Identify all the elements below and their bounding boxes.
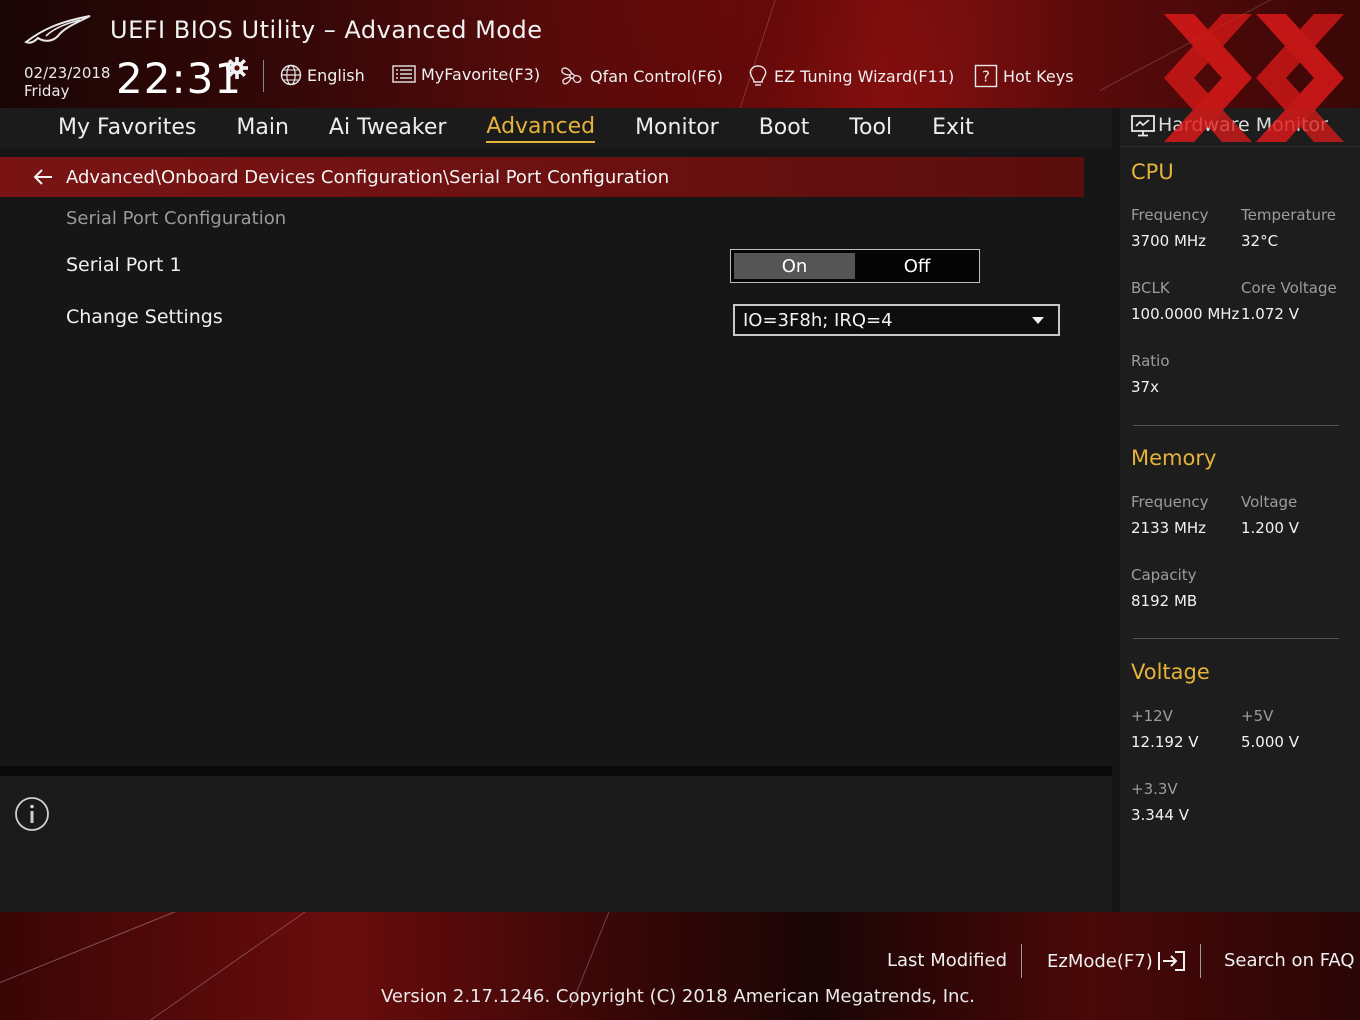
capacity-value: 8192 MB	[1131, 592, 1198, 610]
last-modified-button[interactable]: Last Modified	[887, 950, 1007, 971]
clock-display: 22:31	[116, 54, 243, 103]
toggle-on-option[interactable]: On	[734, 253, 855, 279]
qfan-control-button[interactable]: Qfan Control(F6)	[559, 64, 723, 88]
myfavorite-button[interactable]: MyFavorite(F3)	[392, 64, 540, 84]
rog-logo-icon	[24, 15, 91, 44]
hw-header-divider	[1120, 146, 1360, 147]
hw-divider	[1133, 638, 1339, 639]
info-panel	[0, 776, 1112, 912]
hot-keys-button[interactable]: ? Hot Keys	[974, 64, 1074, 88]
toggle-off-option[interactable]: Off	[855, 250, 979, 282]
v5-value: 5.000 V	[1241, 733, 1299, 751]
chevron-down-icon	[1032, 317, 1044, 324]
hot-keys-label: Hot Keys	[1003, 66, 1074, 86]
v33-value: 3.344 V	[1131, 806, 1189, 824]
main-content	[0, 148, 1112, 766]
cpu-frequency-value: 3700 MHz	[1131, 232, 1207, 250]
globe-icon	[280, 64, 302, 86]
hw-divider	[1133, 425, 1339, 426]
memory-frequency-label: Frequency	[1131, 493, 1209, 511]
monitor-icon	[1131, 115, 1155, 137]
main-nav: My Favorites Main Ai Tweaker Advanced Mo…	[0, 108, 1112, 148]
app-title: UEFI BIOS Utility – Advanced Mode	[110, 16, 543, 44]
memory-frequency-value: 2133 MHz	[1131, 519, 1207, 537]
tab-main[interactable]: Main	[236, 115, 289, 142]
serial-port-toggle[interactable]: On Off	[730, 249, 980, 283]
change-settings-label: Change Settings	[66, 306, 223, 328]
tab-exit[interactable]: Exit	[932, 115, 974, 142]
cpu-heading: CPU	[1131, 160, 1174, 184]
version-string: Version 2.17.1246. Copyright (C) 2018 Am…	[380, 986, 976, 1007]
breadcrumb-path: Advanced\Onboard Devices Configuration\S…	[66, 166, 670, 188]
list-icon	[392, 65, 416, 83]
breadcrumb: Advanced\Onboard Devices Configuration\S…	[0, 157, 1084, 197]
language-label: English	[307, 65, 365, 85]
fan-icon	[561, 67, 582, 85]
tab-my-favorites[interactable]: My Favorites	[58, 115, 196, 142]
v12-value: 12.192 V	[1131, 733, 1199, 751]
last-modified-label: Last Modified	[887, 950, 1008, 971]
search-faq-button[interactable]: Search on FAQ	[1224, 950, 1355, 971]
tab-tool[interactable]: Tool	[849, 115, 892, 142]
memory-heading: Memory	[1131, 446, 1217, 470]
gear-icon[interactable]	[225, 56, 249, 80]
ezmode-button[interactable]: EzMode(F7)	[1047, 950, 1187, 972]
tab-monitor[interactable]: Monitor	[635, 115, 719, 142]
lightbulb-icon	[749, 65, 767, 86]
v33-label: +3.3V	[1131, 780, 1178, 798]
ez-tuning-wizard-label: EZ Tuning Wizard(F11)	[774, 66, 955, 86]
myfavorite-label: MyFavorite(F3)	[421, 64, 541, 84]
xx-watermark-icon	[1164, 14, 1344, 142]
memory-voltage-label: Voltage	[1241, 493, 1298, 511]
cpu-temperature-value: 32°C	[1241, 232, 1279, 250]
ratio-label: Ratio	[1131, 352, 1170, 370]
tab-advanced[interactable]: Advanced	[486, 114, 596, 143]
info-separator	[0, 766, 1112, 776]
bclk-label: BCLK	[1131, 279, 1170, 297]
exit-arrow-icon	[1157, 951, 1185, 971]
footer-divider	[1200, 944, 1201, 978]
ezmode-label: EzMode(F7)	[1047, 950, 1153, 972]
header-divider	[263, 60, 264, 92]
info-icon	[15, 797, 49, 831]
ratio-value: 37x	[1131, 378, 1159, 396]
date-display: 02/23/2018	[24, 64, 111, 82]
question-icon: ?	[974, 64, 998, 88]
memory-voltage-value: 1.200 V	[1241, 519, 1299, 537]
serial-port-label: Serial Port 1	[66, 254, 182, 276]
footer-divider	[1021, 944, 1022, 978]
tab-boot[interactable]: Boot	[759, 115, 810, 142]
section-title: Serial Port Configuration	[66, 208, 287, 229]
version-text: Version 2.17.1246. Copyright (C) 2018 Am…	[0, 986, 1360, 1007]
capacity-label: Capacity	[1131, 566, 1197, 584]
core-voltage-label: Core Voltage	[1241, 279, 1337, 297]
tab-ai-tweaker[interactable]: Ai Tweaker	[329, 115, 447, 142]
voltage-heading: Voltage	[1131, 660, 1210, 684]
ez-tuning-wizard-button[interactable]: EZ Tuning Wizard(F11)	[747, 64, 954, 88]
bclk-value: 100.0000 MHz	[1131, 305, 1240, 323]
svg-text:?: ?	[982, 68, 990, 86]
v5-label: +5V	[1241, 707, 1274, 725]
day-display: Friday	[24, 82, 70, 100]
language-button[interactable]: English	[280, 64, 365, 86]
back-arrow-icon[interactable]	[32, 168, 54, 186]
cpu-frequency-label: Frequency	[1131, 206, 1209, 224]
change-settings-dropdown[interactable]: IO=3F8h; IRQ=4	[733, 304, 1060, 336]
core-voltage-value: 1.072 V	[1241, 305, 1299, 323]
v12-label: +12V	[1131, 707, 1173, 725]
decorative-streak	[739, 0, 781, 108]
qfan-control-label: Qfan Control(F6)	[590, 66, 723, 86]
decorative-streak	[0, 912, 242, 983]
change-settings-value: IO=3F8h; IRQ=4	[743, 309, 893, 331]
cpu-temperature-label: Temperature	[1241, 206, 1337, 224]
search-faq-label: Search on FAQ	[1224, 950, 1355, 971]
